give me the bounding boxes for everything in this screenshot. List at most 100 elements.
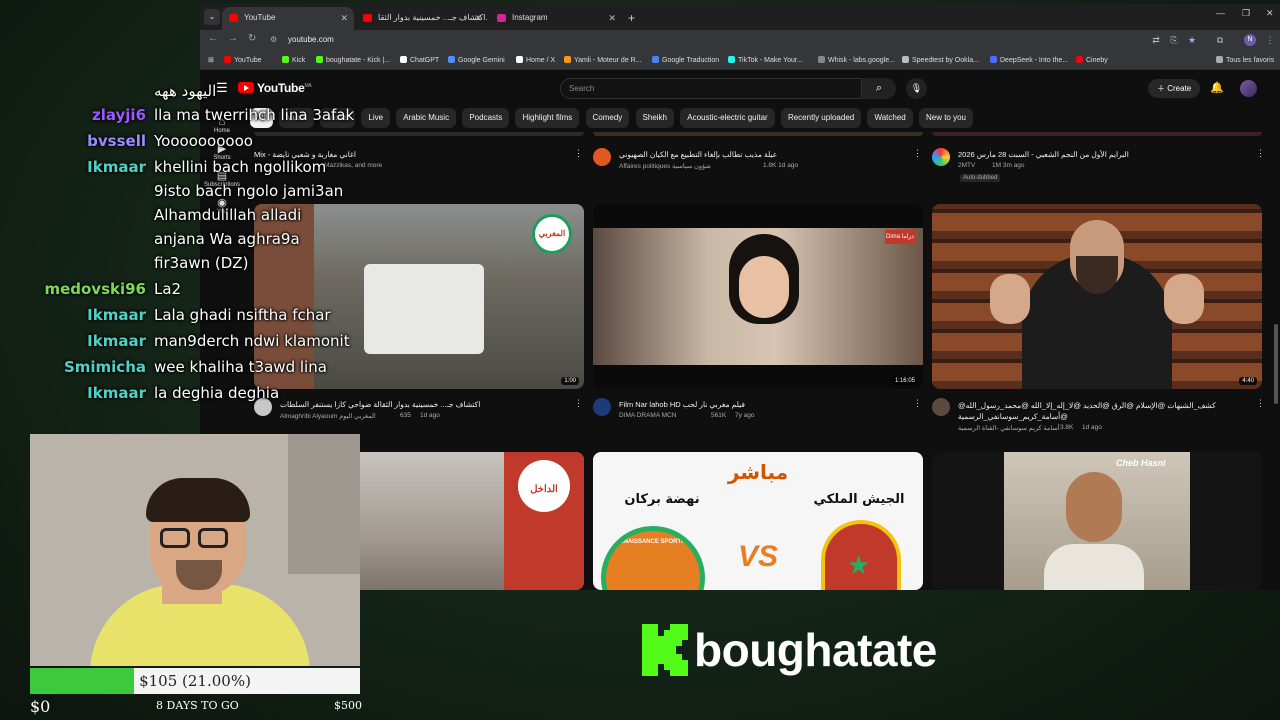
video-title[interactable]: عيلة مذيب تطالب بإلغاء التطبيع مع الكيان…	[619, 150, 899, 159]
chip-watched[interactable]: Watched	[867, 108, 913, 128]
close-tab-icon[interactable]: ✕	[340, 7, 348, 29]
search-input[interactable]: Search	[560, 78, 862, 99]
video-meta: 1.8K 1d ago	[763, 162, 799, 169]
channel-name[interactable]: أسامة كريم سوسانفي -القناة الرسمية	[958, 424, 1060, 432]
video-thumbnail[interactable]: Dima دراما 1:16:05	[593, 204, 923, 389]
chip-podcasts[interactable]: Podcasts	[462, 108, 510, 128]
search-icon[interactable]: ⌕	[862, 78, 896, 99]
close-tab-icon[interactable]: ✕	[474, 7, 482, 29]
video-thumbnail[interactable]: 4:40	[932, 204, 1262, 389]
bookmark-whisk[interactable]: Whisk - labs.google...	[818, 56, 895, 64]
kick-icon	[316, 56, 323, 63]
channel-avatar[interactable]	[593, 398, 611, 416]
bookmark-cineby[interactable]: Cineby	[1076, 56, 1108, 64]
chip-acoustic-guitar[interactable]: Acoustic-electric guitar	[680, 108, 775, 128]
speedtest-icon	[902, 56, 909, 63]
channel-name[interactable]: 2MTV	[958, 162, 975, 169]
scrollbar-thumb[interactable]	[1274, 324, 1278, 404]
new-tab-button[interactable]: +	[628, 7, 635, 29]
bookmark-label: Yamli - Moteur de R...	[574, 57, 642, 64]
all-bookmarks[interactable]: Tous les favoris	[1216, 56, 1274, 64]
channel-avatar[interactable]	[932, 398, 950, 416]
view-count: 635	[400, 412, 411, 419]
reload-icon[interactable]: ↻	[248, 33, 256, 44]
bookmark-speedtest[interactable]: Speedtest by Ookla...	[902, 56, 979, 64]
bookmark-gemini[interactable]: Google Gemini	[448, 56, 505, 64]
channel-name[interactable]: Almaghribi Alyaoum المغربي اليوم	[280, 412, 376, 420]
translate-icon[interactable]: ⇄	[1150, 34, 1162, 46]
install-app-icon[interactable]: ⎘	[1168, 34, 1180, 46]
create-label: Create	[1167, 84, 1192, 93]
more-options-icon[interactable]: ⋮	[913, 148, 922, 159]
video-title[interactable]: Film Nar lahob HD فيلم مغربي نار لحب	[619, 400, 909, 409]
more-options-icon[interactable]: ⋮	[574, 148, 583, 159]
microphone-icon[interactable]: 🎙	[906, 78, 927, 99]
video-card-politics[interactable]: عيلة مذيب تطالب بإلغاء التطبيع مع الكيان…	[593, 144, 923, 184]
chip-highlight-films[interactable]: Highlight films	[515, 108, 580, 128]
more-options-icon[interactable]: ⋮	[1256, 398, 1265, 409]
bookmark-yamli[interactable]: Yamli - Moteur de R...	[564, 56, 642, 64]
tab-search-button[interactable]: ⌄	[204, 9, 220, 25]
video-card-sheikh[interactable]: 4:40 @كشف_الشبهات @الإسلام @الرق @الحديد…	[932, 204, 1266, 434]
artist-label: Cheb Hasni	[1116, 458, 1166, 468]
video-thumbnail[interactable]: مباشر نهضة بركان الجيش الملكي RENAISSANC…	[593, 452, 923, 590]
extensions-icon[interactable]: ⧉	[1214, 34, 1226, 46]
video-thumbnail[interactable]: Cheb Hasni	[932, 452, 1262, 590]
channel-name[interactable]: DIMA DRAMA MCN	[619, 412, 676, 419]
row1-thumb-edges	[254, 132, 1266, 136]
video-card-match[interactable]: مباشر نهضة بركان الجيش الملكي RENAISSANC…	[593, 452, 923, 590]
maximize-icon[interactable]: ❐	[1242, 8, 1250, 19]
browser-menu-icon[interactable]: ⋮	[1264, 34, 1276, 46]
back-icon[interactable]: ←	[208, 33, 218, 44]
chip-new-to-you[interactable]: New to you	[918, 108, 974, 128]
chip-sheikh[interactable]: Sheikh	[635, 108, 674, 128]
chip-comedy[interactable]: Comedy	[585, 108, 630, 128]
bookmark-chatgpt[interactable]: ChatGPT	[400, 56, 439, 64]
video-meta: 1M 3m ago	[992, 162, 1025, 169]
bookmark-boughatate[interactable]: boughatate - Kick |...	[316, 56, 390, 64]
close-window-icon[interactable]: ✕	[1266, 8, 1274, 19]
video-card-hasni[interactable]: Cheb Hasni	[932, 452, 1266, 590]
bookmark-translate[interactable]: Google Traduction	[652, 56, 719, 64]
forward-icon[interactable]: →	[228, 33, 238, 44]
video-card-film[interactable]: Dima دراما 1:16:05 Film Nar lahob HD فيل…	[593, 204, 923, 434]
close-tab-icon[interactable]: ✕	[608, 7, 616, 29]
bookmark-label: Kick	[292, 57, 306, 64]
account-avatar[interactable]	[1240, 80, 1257, 97]
chat-text: fir3awn (DZ)	[154, 254, 249, 272]
more-options-icon[interactable]: ⋮	[913, 398, 922, 409]
tab-instagram[interactable]: Instagram ✕	[490, 7, 622, 30]
crest-text: RENAISSANCE SPORTIVE	[615, 539, 691, 545]
video-title[interactable]: @كشف_الشبهات @الإسلام @الرق @الحديد @لا_…	[958, 400, 1236, 422]
bookmark-kick[interactable]: Kick	[282, 56, 305, 64]
channel-avatar[interactable]	[593, 148, 611, 166]
video-title[interactable]: البرايم الأول من النجم الشعبي - السبت 28…	[958, 150, 1238, 159]
chat-message: Ikmaar Lala ghadi nsiftha fchar	[0, 304, 360, 328]
minimize-icon[interactable]: —	[1216, 8, 1225, 18]
chip-arabic-music[interactable]: Arabic Music	[396, 108, 457, 128]
channel-avatar[interactable]	[932, 148, 950, 166]
bookmark-tiktok[interactable]: TikTok - Make Your...	[728, 56, 803, 64]
duration-badge: 1:16:05	[891, 377, 918, 385]
tab-youtube[interactable]: YouTube ✕	[222, 7, 354, 30]
notifications-bell-icon[interactable]: 🔔	[1210, 81, 1224, 94]
chip-live[interactable]: Live	[361, 108, 391, 128]
channel-name[interactable]: Affaires politiques شؤون سياسية	[619, 162, 711, 170]
apps-grid-icon[interactable]: ⊞	[208, 56, 214, 64]
video-card-2mtv[interactable]: البرايم الأول من النجم الشعبي - السبت 28…	[932, 144, 1266, 190]
site-info-icon[interactable]: ⚙	[270, 35, 277, 44]
bookmark-youtube[interactable]: YouTube	[224, 56, 262, 64]
profile-avatar[interactable]: N	[1244, 34, 1256, 46]
create-button[interactable]: ＋ Create	[1148, 79, 1201, 98]
bookmark-label: TikTok - Make Your...	[738, 57, 803, 64]
more-options-icon[interactable]: ⋮	[1256, 148, 1265, 159]
kick-icon	[282, 56, 289, 63]
bookmark-x[interactable]: Home / X	[516, 56, 555, 64]
tab-video[interactable]: اكتشاف جـ... خمسينية بدوار الثقا.. ✕	[356, 7, 488, 30]
chip-recently-uploaded[interactable]: Recently uploaded	[780, 108, 862, 128]
more-options-icon[interactable]: ⋮	[574, 398, 583, 409]
address-bar[interactable]: youtube.com	[288, 35, 334, 44]
bookmark-star-icon[interactable]: ★	[1186, 34, 1198, 46]
bookmark-deepseek[interactable]: DeepSeek - Into the...	[990, 56, 1068, 64]
page-scrollbar[interactable]	[1274, 134, 1278, 590]
